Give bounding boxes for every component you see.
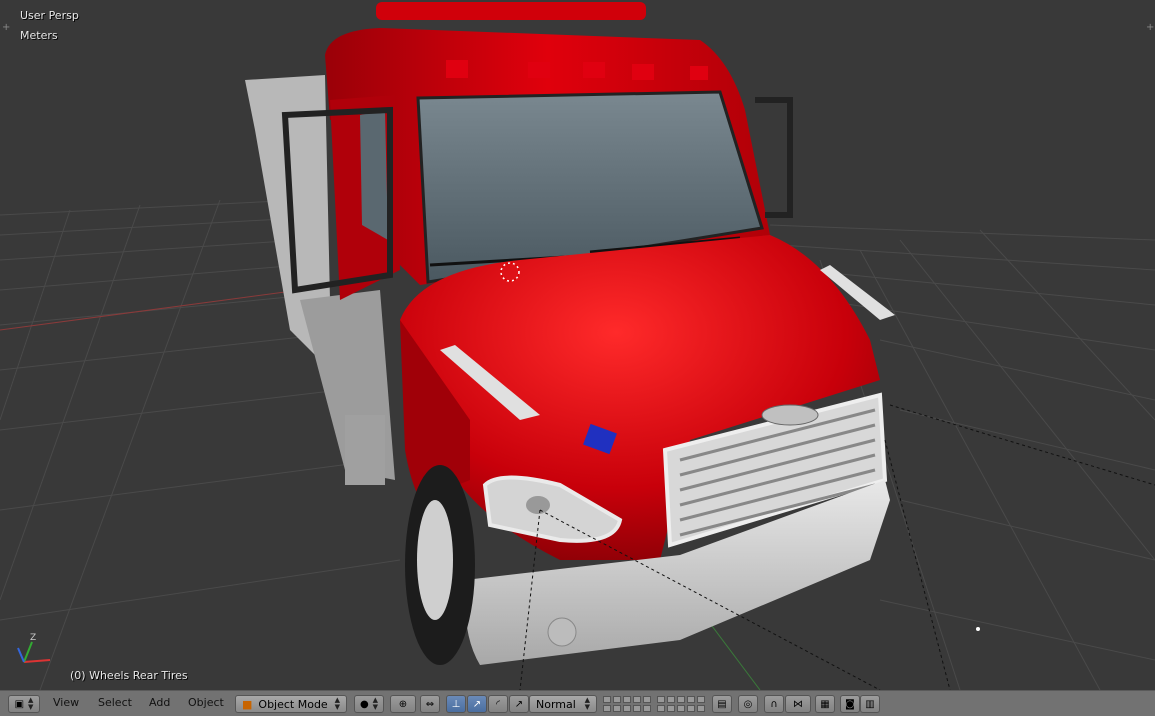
selected-object-label: (0) Wheels Rear Tires: [70, 669, 188, 682]
arc-icon: ◜: [496, 698, 500, 710]
scale-icon: ↗: [514, 698, 524, 710]
rotate-manipulator[interactable]: ◜: [488, 695, 508, 713]
translate-manipulator[interactable]: ↗: [467, 695, 487, 713]
object-mode-icon: ■: [242, 697, 253, 711]
mode-label: Object Mode: [258, 697, 328, 711]
cube-icon: ▣: [14, 698, 25, 710]
properties-toggle-icon[interactable]: +: [1146, 22, 1154, 33]
opengl-render-button[interactable]: ◙: [840, 695, 860, 713]
proportional-edit-button[interactable]: ◎: [738, 695, 758, 713]
menu-add[interactable]: Add: [149, 696, 170, 709]
pivot-align-button[interactable]: ⇔: [420, 695, 440, 713]
grid-icon: ▦: [820, 698, 830, 710]
pivot-point-dropdown[interactable]: ⊕: [390, 695, 416, 713]
3d-viewport[interactable]: User Persp Meters (0) Wheels Rear Tires …: [0, 0, 1155, 690]
film-icon: ▥: [865, 698, 875, 710]
layers-group-1[interactable]: [603, 696, 653, 713]
x-axis-line: [0, 289, 301, 331]
magnet-icon: ∩: [770, 698, 778, 710]
snap-element-icon: ⋈: [793, 698, 803, 710]
arrow-icon: ↗: [472, 698, 482, 710]
align-icon: ⇔: [425, 698, 435, 710]
shading-dropdown[interactable]: ● ▲ ▼: [354, 695, 384, 713]
snap-target-button[interactable]: ▦: [815, 695, 835, 713]
opengl-animation-button[interactable]: ▥: [860, 695, 880, 713]
layers-group-2[interactable]: [657, 696, 707, 713]
lock-icon: ▤: [717, 698, 727, 710]
snap-toggle[interactable]: ∩: [764, 695, 784, 713]
svg-text:Z: Z: [30, 633, 36, 643]
camera-icon: ◙: [845, 698, 855, 710]
scale-manipulator[interactable]: ↗: [509, 695, 529, 713]
axis-gizmo-icon: Z: [17, 633, 51, 663]
viewport-header: ▣ ▲ ▼ View Select Add Object ■ Object Mode…: [0, 690, 1155, 716]
orientation-dropdown[interactable]: Normal ▲ ▼: [529, 695, 597, 713]
editor-type-button[interactable]: ▣ ▲ ▼: [8, 695, 40, 713]
mode-dropdown[interactable]: ■ Object Mode ▲ ▼: [235, 695, 347, 713]
menu-select[interactable]: Select: [98, 696, 132, 709]
view-name-label: User Persp: [20, 9, 79, 22]
snap-element-dropdown[interactable]: ⋈: [785, 695, 811, 713]
truck-model: [245, 2, 1155, 690]
menu-object[interactable]: Object: [188, 696, 224, 709]
manipulator-toggle[interactable]: ⊥: [446, 695, 466, 713]
crosshair-icon: ⊕: [398, 698, 408, 710]
toolshelf-toggle-icon[interactable]: +: [2, 22, 10, 33]
circle-icon: ◎: [743, 698, 753, 710]
orientation-label: Normal: [536, 697, 576, 711]
axis-icon: ⊥: [451, 698, 461, 710]
scene-canvas: [0, 2, 1155, 690]
sphere-icon: ●: [359, 698, 369, 710]
units-label: Meters: [20, 29, 58, 42]
menu-view[interactable]: View: [53, 696, 79, 709]
lock-camera-button[interactable]: ▤: [712, 695, 732, 713]
